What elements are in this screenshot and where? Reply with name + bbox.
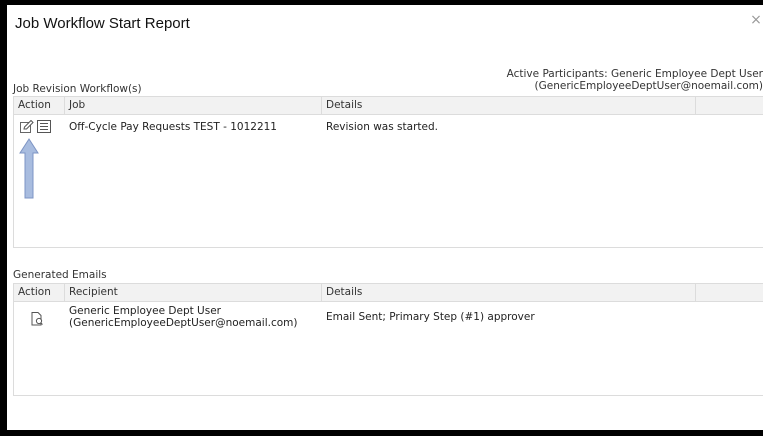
recipient: Generic Employee Dept User (GenericEmplo… — [69, 305, 297, 329]
table-row: Off-Cycle Pay Requests TEST - 1012211 Re… — [14, 115, 763, 135]
recipient-email: (GenericEmployeeDeptUser@noemail.com) — [69, 317, 298, 329]
header-action[interactable]: Action — [18, 286, 51, 298]
active-participants: Active Participants: Generic Employee De… — [507, 68, 763, 92]
participants-line-2: (GenericEmployeeDeptUser@noemail.com) — [534, 80, 763, 92]
close-icon[interactable]: × — [749, 13, 763, 27]
up-arrow-icon — [19, 138, 39, 200]
document-view-icon[interactable] — [31, 312, 43, 329]
workflows-grid-header: Action Job Details — [14, 97, 763, 115]
job-workflow-start-report-dialog: Job Workflow Start Report × Active Parti… — [7, 5, 763, 430]
recipient-name: Generic Employee Dept User — [69, 305, 221, 317]
participants-line-1: Active Participants: Generic Employee De… — [506, 68, 763, 80]
column-separator — [321, 284, 322, 301]
job-name: Off-Cycle Pay Requests TEST - 1012211 — [69, 121, 277, 133]
header-job[interactable]: Job — [69, 99, 85, 111]
column-separator — [64, 284, 65, 301]
column-separator — [64, 97, 65, 114]
workflows-grid: Action Job Details Off-Cycle Pay Request… — [13, 96, 763, 248]
table-row: Generic Employee Dept User (GenericEmplo… — [14, 302, 763, 334]
header-details[interactable]: Details — [326, 99, 362, 111]
job-details: Revision was started. — [326, 121, 438, 133]
column-separator — [321, 97, 322, 114]
column-separator — [695, 97, 696, 114]
emails-grid-header: Action Recipient Details — [14, 284, 763, 302]
workflows-section-label: Job Revision Workflow(s) — [13, 83, 142, 95]
header-recipient[interactable]: Recipient — [69, 286, 118, 298]
edit-icon[interactable] — [20, 119, 34, 136]
emails-section-label: Generated Emails — [13, 269, 107, 281]
list-icon[interactable] — [37, 120, 51, 136]
header-details[interactable]: Details — [326, 286, 362, 298]
header-action[interactable]: Action — [18, 99, 51, 111]
column-separator — [695, 284, 696, 301]
email-details: Email Sent; Primary Step (#1) approver — [326, 311, 535, 323]
emails-grid: Action Recipient Details Generic Employe… — [13, 283, 763, 396]
dialog-title: Job Workflow Start Report — [15, 15, 190, 32]
